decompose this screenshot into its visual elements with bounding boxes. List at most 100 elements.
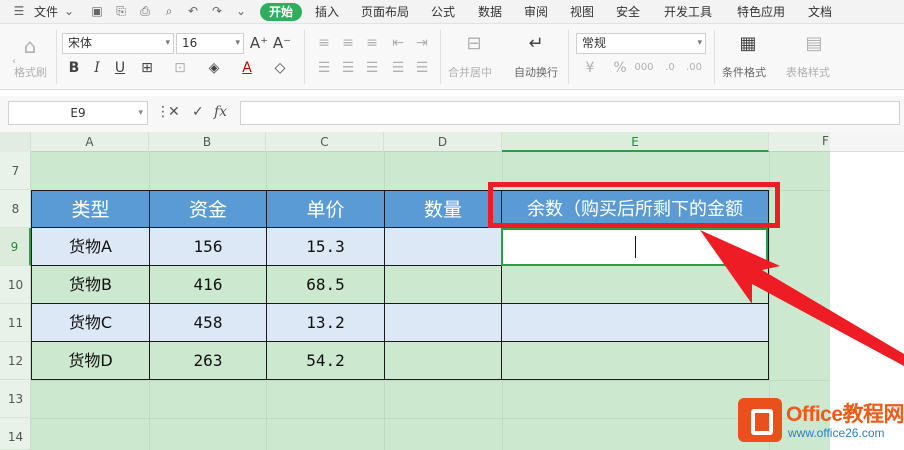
clear-format-icon[interactable]: ◇ [270,58,290,78]
formula-input[interactable] [240,101,900,125]
font-name-select[interactable]: 宋体 ▾ [62,33,174,54]
align-bottom-icon[interactable]: ≡ [362,33,382,53]
currency-icon[interactable]: ¥ [580,58,600,78]
row-header-8[interactable]: 8 [0,190,31,228]
indent-increase-icon[interactable]: ⇥ [412,33,432,53]
tab-insert[interactable]: 插入 [315,4,339,20]
confirm-entry-icon[interactable]: ✓ [192,104,204,120]
table-header-unit-price[interactable]: 单价 [267,190,385,228]
indent-decrease-icon[interactable]: ⇤ [388,33,408,53]
row-header-13[interactable]: 13 [0,380,31,418]
table-cell[interactable] [502,266,769,304]
table-header-quantity[interactable]: 数量 [385,190,502,228]
number-format-select[interactable]: 常规 ▾ [576,33,706,54]
table-header-funds[interactable]: 资金 [150,190,267,228]
cell-style-icon[interactable]: ⊡ [170,58,190,78]
table-cell[interactable]: 货物A [31,228,150,266]
table-cell[interactable]: 13.2 [267,304,385,342]
borders-icon[interactable]: ⊞ [137,58,157,78]
align-center-icon[interactable]: ☰ [338,58,358,78]
table-header-type[interactable]: 类型 [31,190,150,228]
redo-icon[interactable]: ↷ [210,4,224,18]
row-header-7[interactable]: 7 [0,152,31,190]
table-cell[interactable]: 货物D [31,342,150,380]
table-cell[interactable]: 416 [150,266,267,304]
name-box[interactable]: E9 ▾ [8,101,148,125]
table-cell[interactable]: 68.5 [267,266,385,304]
format-painter-label[interactable]: 格式刷 [14,64,47,80]
print-icon[interactable]: ⎙ [138,4,152,18]
tab-formula[interactable]: 公式 [431,4,455,20]
align-left-icon[interactable]: ☰ [314,58,334,78]
table-cell[interactable]: 货物C [31,304,150,342]
tab-developer[interactable]: 开发工具 [664,4,712,20]
format-painter-icon[interactable]: ⎘ [114,4,128,18]
thousands-separator-icon[interactable]: 000 [634,58,654,78]
print-preview-icon[interactable]: ⌕ [162,4,176,18]
select-all-corner[interactable] [0,132,31,152]
table-cell[interactable]: 15.3 [267,228,385,266]
table-style-icon[interactable]: ▤ [804,34,824,54]
table-cell[interactable] [385,342,502,380]
insert-function-icon[interactable]: fx [214,104,227,120]
table-cell[interactable]: 54.2 [267,342,385,380]
save-icon[interactable]: ▣ [90,4,104,18]
table-cell[interactable]: 458 [150,304,267,342]
column-header-e[interactable]: E [502,132,769,152]
table-cell[interactable] [502,342,769,380]
table-header-remainder[interactable]: 余数（购买后所剩下的金额 [502,190,769,228]
row-header-10[interactable]: 10 [0,266,31,304]
row-header-14[interactable]: 14 [0,418,31,450]
wrap-text-label[interactable]: 自动换行 [514,64,558,80]
tab-start[interactable]: 开始 [260,3,302,21]
conditional-format-label[interactable]: 条件格式 [722,64,766,80]
percent-icon[interactable]: % [610,58,630,78]
justify-icon[interactable]: ☰ [388,58,408,78]
increase-font-size-icon[interactable]: A⁺ [249,33,269,53]
row-header-12[interactable]: 12 [0,342,31,380]
align-middle-icon[interactable]: ≡ [338,33,358,53]
table-cell[interactable] [385,266,502,304]
tab-view[interactable]: 视图 [570,4,594,20]
table-style-label[interactable]: 表格样式 [786,64,830,80]
column-header-c[interactable]: C [266,132,384,152]
align-top-icon[interactable]: ≡ [314,33,334,53]
column-header-a[interactable]: A [31,132,149,152]
decrease-font-size-icon[interactable]: A⁻ [272,33,292,53]
font-size-select[interactable]: 16 ▾ [176,33,244,54]
table-cell[interactable] [502,304,769,342]
align-right-icon[interactable]: ☰ [362,58,382,78]
decrease-decimal-icon[interactable]: .00 [684,58,704,78]
column-header-f[interactable]: F [822,134,834,148]
bold-icon[interactable]: B [64,58,84,78]
italic-icon[interactable]: I [87,58,107,78]
underline-icon[interactable]: U [110,58,130,78]
conditional-format-icon[interactable]: ▦ [738,34,758,54]
increase-decimal-icon[interactable]: .0 [660,58,680,78]
wrap-text-icon[interactable]: ↵ [526,34,546,54]
undo-icon[interactable]: ↶ [186,4,200,18]
column-header-b[interactable]: B [149,132,266,152]
tab-review[interactable]: 审阅 [524,4,548,20]
table-cell[interactable]: 263 [150,342,267,380]
tab-security[interactable]: 安全 [616,4,640,20]
menu-file[interactable]: 文件 [34,4,58,20]
tab-document[interactable]: 文档 [808,4,832,20]
font-color-icon[interactable]: A [237,58,257,78]
tab-data[interactable]: 数据 [478,4,502,20]
table-cell[interactable]: 货物B [31,266,150,304]
hamburger-menu-icon[interactable]: ☰ [12,4,26,18]
table-cell[interactable]: 156 [150,228,267,266]
merge-center-icon[interactable]: ⊟ [464,34,484,54]
chevron-down-icon[interactable]: ⌄ [62,4,76,18]
row-header-9[interactable]: 9 [0,228,31,266]
customize-quick-access-icon[interactable]: ⌄ [234,4,248,18]
row-header-11[interactable]: 11 [0,304,31,342]
fill-color-icon[interactable]: ◈ [204,58,224,78]
tab-page-layout[interactable]: 页面布局 [361,4,409,20]
table-cell[interactable] [385,228,502,266]
merge-center-label[interactable]: 合并居中 [448,64,492,80]
format-painter-brush-icon[interactable]: ⌂ [20,36,40,56]
tab-special-apps[interactable]: 特色应用 [737,4,785,20]
cancel-entry-icon[interactable]: ✕ [168,104,180,120]
